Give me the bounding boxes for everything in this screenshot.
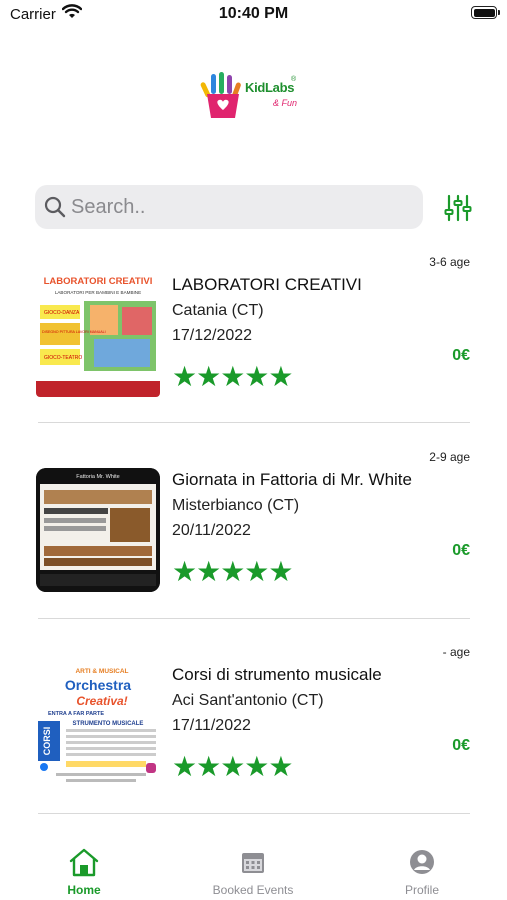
event-title: LABORATORI CREATIVI bbox=[172, 275, 362, 294]
filter-sliders-icon[interactable] bbox=[444, 194, 472, 222]
poster-heading: LABORATORI CREATIVI bbox=[44, 276, 153, 287]
tab-label: Profile bbox=[404, 883, 439, 897]
poster-section: STRUMENTO MUSICALE bbox=[73, 721, 144, 727]
event-poster-image: ARTI & MUSICAL Orchestra Creativa! ENTRA… bbox=[36, 663, 160, 787]
event-card[interactable]: 3-6 age LABORATORI CREATIVI LABORATORI P… bbox=[36, 255, 470, 405]
event-city: Catania (CT) bbox=[172, 302, 264, 319]
event-age-range: 2-9 age bbox=[429, 450, 470, 464]
poster-heading: Fattoria Mr. White bbox=[76, 474, 119, 480]
event-rating-stars: ★★★★★ bbox=[172, 556, 294, 587]
event-age-range: - age bbox=[442, 645, 470, 659]
divider bbox=[38, 813, 470, 814]
event-poster-image: LABORATORI CREATIVI LABORATORI PER BAMBI… bbox=[36, 273, 160, 397]
poster-heading: Creativa! bbox=[76, 694, 127, 708]
event-rating-stars: ★★★★★ bbox=[172, 361, 294, 392]
poster-side: CORSI bbox=[42, 727, 52, 756]
tab-booked-events[interactable]: Booked Events bbox=[193, 847, 313, 897]
poster-tag: GIOCO-TEATRO bbox=[44, 355, 82, 361]
divider bbox=[38, 618, 470, 619]
home-icon bbox=[69, 848, 99, 877]
search-icon bbox=[44, 196, 66, 218]
tab-label: Home bbox=[67, 883, 101, 897]
poster-tag: GIOCO-DANZA bbox=[44, 310, 80, 316]
event-date: 20/11/2022 bbox=[172, 522, 251, 539]
poster-heading: Orchestra bbox=[65, 677, 131, 693]
event-price: 0€ bbox=[452, 542, 470, 559]
brand-tagline: & Fun bbox=[273, 98, 298, 108]
app-logo: KidLabs ® & Fun bbox=[199, 70, 309, 126]
tab-profile[interactable]: Profile bbox=[362, 847, 482, 897]
tab-home[interactable]: Home bbox=[24, 847, 144, 897]
hand-logo-icon bbox=[200, 72, 241, 118]
event-title: Corsi di strumento musicale bbox=[172, 665, 382, 684]
poster-line: ENTRA A FAR PARTE bbox=[48, 711, 104, 717]
poster-subheading: LABORATORI PER BAMBINI E BAMBINE bbox=[55, 290, 141, 295]
event-title: Giornata in Fattoria di Mr. White bbox=[172, 470, 412, 489]
brand-name: KidLabs bbox=[245, 80, 295, 95]
poster-tag: DISEGNO PITTURA LAVORI MANUALI bbox=[42, 330, 106, 334]
event-price: 0€ bbox=[452, 737, 470, 754]
status-time: 10:40 PM bbox=[218, 5, 289, 22]
tab-label: Booked Events bbox=[212, 883, 294, 897]
event-card[interactable]: 2-9 age Fattoria Mr. White Giornata in F… bbox=[36, 450, 470, 600]
event-city: Misterbianco (CT) bbox=[172, 497, 300, 514]
event-price: 0€ bbox=[452, 347, 470, 364]
event-date: 17/12/2022 bbox=[172, 327, 253, 344]
battery-icon bbox=[471, 6, 500, 19]
search-input[interactable] bbox=[71, 193, 411, 221]
profile-icon bbox=[410, 850, 434, 874]
divider bbox=[38, 422, 470, 423]
event-poster-image: Fattoria Mr. White bbox=[36, 468, 160, 592]
search-bar[interactable] bbox=[35, 185, 423, 229]
tab-bar: Home Booked Events Profile bbox=[0, 833, 507, 900]
event-rating-stars: ★★★★★ bbox=[172, 751, 294, 782]
brand-registered: ® bbox=[291, 76, 297, 83]
poster-brand: ARTI & MUSICAL bbox=[75, 668, 128, 675]
event-age-range: 3-6 age bbox=[429, 255, 470, 269]
status-bar: Carrier 10:40 PM bbox=[0, 0, 507, 30]
event-date: 17/11/2022 bbox=[172, 717, 251, 734]
event-card[interactable]: - age ARTI & MUSICAL Orchestra Creativa!… bbox=[36, 645, 470, 795]
event-city: Aci Sant'antonio (CT) bbox=[172, 692, 324, 709]
calendar-icon bbox=[242, 853, 264, 873]
